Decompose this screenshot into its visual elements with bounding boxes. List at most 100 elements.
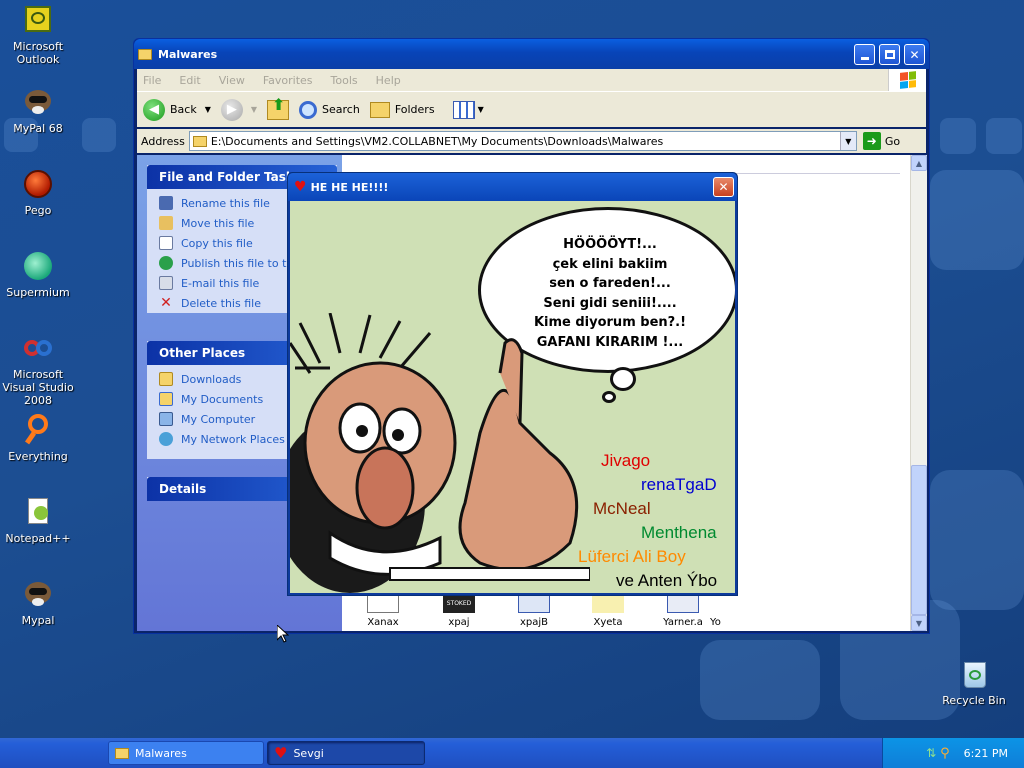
go-arrow-icon: ➜ — [862, 132, 881, 150]
file-icon — [667, 595, 699, 613]
file-item[interactable]: Yarner.a — [653, 595, 713, 628]
vertical-scrollbar[interactable]: ▲ ▼ — [910, 155, 927, 631]
address-label: Address — [141, 134, 185, 148]
everything-icon — [22, 414, 54, 446]
views-icon — [452, 100, 475, 119]
maximize-button[interactable] — [879, 44, 900, 65]
desktop-icon-label: Microsoft Outlook — [12, 40, 64, 66]
windows-logo-icon — [888, 69, 926, 91]
mouse-cursor — [277, 625, 289, 643]
menu-view[interactable]: View — [219, 74, 245, 87]
file-item[interactable]: Xyeta — [578, 595, 638, 628]
network-tray-icon[interactable]: ⇅ — [926, 746, 936, 760]
move-icon — [159, 216, 173, 230]
desktop-decoration — [930, 170, 1024, 270]
speech-line: çek elini bakiim — [552, 256, 668, 272]
email-icon — [159, 276, 173, 290]
menu-help[interactable]: Help — [376, 74, 401, 87]
folders-label: Folders — [394, 103, 435, 116]
desktop-icon-visual-studio[interactable]: Microsoft Visual Studio 2008 — [0, 332, 76, 407]
copy-icon — [159, 236, 173, 250]
chevron-down-icon: ▼ — [250, 105, 258, 114]
go-button[interactable]: ➜ Go — [862, 132, 900, 150]
desktop-icon-mypal[interactable]: Mypal — [0, 578, 76, 627]
explorer-titlebar[interactable]: Malwares — [134, 39, 929, 69]
folders-button[interactable]: Folders — [369, 101, 435, 118]
up-folder-button[interactable]: ⬆ — [267, 95, 290, 120]
mypal-icon — [22, 578, 54, 610]
menu-edit[interactable]: Edit — [179, 74, 200, 87]
credit-name: Jivago — [601, 451, 651, 470]
minimize-button[interactable] — [854, 44, 875, 65]
address-field[interactable]: E:\Documents and Settings\VM2.COLLABNET\… — [188, 131, 857, 151]
file-label: Yo — [710, 617, 721, 628]
cartoon-character — [290, 313, 590, 593]
taskbar-button-sevgi[interactable]: ♥ Sevgi — [267, 741, 425, 765]
address-dropdown-button[interactable]: ▼ — [839, 132, 856, 150]
scroll-thumb[interactable] — [911, 465, 927, 615]
folder-icon — [138, 48, 152, 60]
supermium-icon — [22, 250, 54, 282]
desktop-icon-label: Everything — [8, 450, 68, 463]
speech-bubble-tail — [610, 367, 636, 391]
search-button[interactable]: Search — [299, 100, 360, 119]
task-label: Move this file — [181, 216, 255, 230]
desktop-icon-recycle-bin[interactable]: Recycle Bin — [936, 658, 1012, 707]
desktop-decoration — [986, 118, 1022, 154]
visual-studio-icon — [22, 332, 54, 364]
menu-file[interactable]: File — [143, 74, 161, 87]
mypal-icon — [22, 86, 54, 118]
close-icon: ✕ — [909, 47, 920, 62]
popup-close-button[interactable]: ✕ — [713, 177, 734, 197]
file-item[interactable]: STOKED xpaj — [429, 595, 489, 628]
scroll-up-button[interactable]: ▲ — [911, 155, 927, 171]
views-button[interactable]: ▼ — [452, 100, 484, 119]
popup-image: HÖÖÖÖYT!... çek elini bakiim sen o fared… — [290, 201, 735, 593]
back-button[interactable]: ◀ Back ▼ — [143, 98, 211, 121]
outlook-icon — [22, 4, 54, 36]
desktop-icon-pego[interactable]: Pego — [0, 168, 76, 217]
desktop-icon-label: Recycle Bin — [942, 694, 1006, 707]
desktop-icon-label: Supermium — [6, 286, 70, 299]
taskbar-button-label: Sevgi — [293, 746, 324, 760]
forward-button[interactable]: ▶ ▼ — [220, 98, 258, 121]
menu-bar: File Edit View Favorites Tools Help — [137, 69, 926, 91]
place-label: My Network Places — [181, 432, 285, 446]
desktop-icon-notepadpp[interactable]: Notepad++ — [0, 496, 76, 545]
desktop-icon-label: Pego — [24, 204, 52, 217]
speech-line: Seni gidi seniii!.... — [543, 295, 677, 311]
notepadpp-icon — [22, 496, 54, 528]
desktop-icon-everything[interactable]: Everything — [0, 414, 76, 463]
rename-icon — [159, 196, 173, 210]
file-item[interactable]: Yo — [710, 595, 734, 628]
desktop-icon-label: Mypal — [21, 614, 55, 627]
file-item[interactable]: xpajB — [504, 595, 564, 628]
recycle-bin-icon — [958, 658, 990, 690]
maximize-icon — [884, 50, 895, 59]
credit-name: ve Anten Ýbo — [616, 571, 718, 590]
desktop-decoration — [930, 470, 1024, 610]
file-item[interactable]: Xanax — [353, 595, 413, 628]
speech-bubble-tail — [602, 391, 616, 403]
file-icon: STOKED — [443, 595, 475, 613]
taskbar: Malwares ♥ Sevgi ⇅ ⚲ 6:21 PM — [0, 738, 1024, 768]
popup-titlebar[interactable]: ♥ HE HE HE!!!! — [288, 173, 737, 201]
forward-arrow-icon: ▶ — [220, 98, 243, 121]
popup-window[interactable]: ♥ HE HE HE!!!! ✕ HÖÖÖÖYT!... çek elini b… — [287, 172, 738, 596]
taskbar-button-malwares[interactable]: Malwares — [108, 741, 264, 765]
file-icon — [518, 595, 550, 613]
search-tray-icon[interactable]: ⚲ — [940, 746, 950, 761]
desktop-icon-mypal-68[interactable]: MyPal 68 — [0, 86, 76, 135]
credit-name: Menthena — [641, 523, 717, 542]
scroll-down-button[interactable]: ▼ — [911, 615, 927, 631]
desktop-icon-outlook[interactable]: Microsoft Outlook — [0, 4, 76, 66]
file-icon — [592, 595, 624, 613]
clock[interactable]: 6:21 PM — [964, 747, 1008, 760]
desktop-icon-supermium[interactable]: Supermium — [0, 250, 76, 299]
desktop-decoration — [82, 118, 116, 152]
close-button[interactable]: ✕ — [904, 44, 925, 65]
task-label: Delete this file — [181, 296, 261, 310]
menu-tools[interactable]: Tools — [331, 74, 358, 87]
system-tray: ⇅ ⚲ 6:21 PM — [882, 738, 1024, 768]
menu-favorites[interactable]: Favorites — [263, 74, 313, 87]
